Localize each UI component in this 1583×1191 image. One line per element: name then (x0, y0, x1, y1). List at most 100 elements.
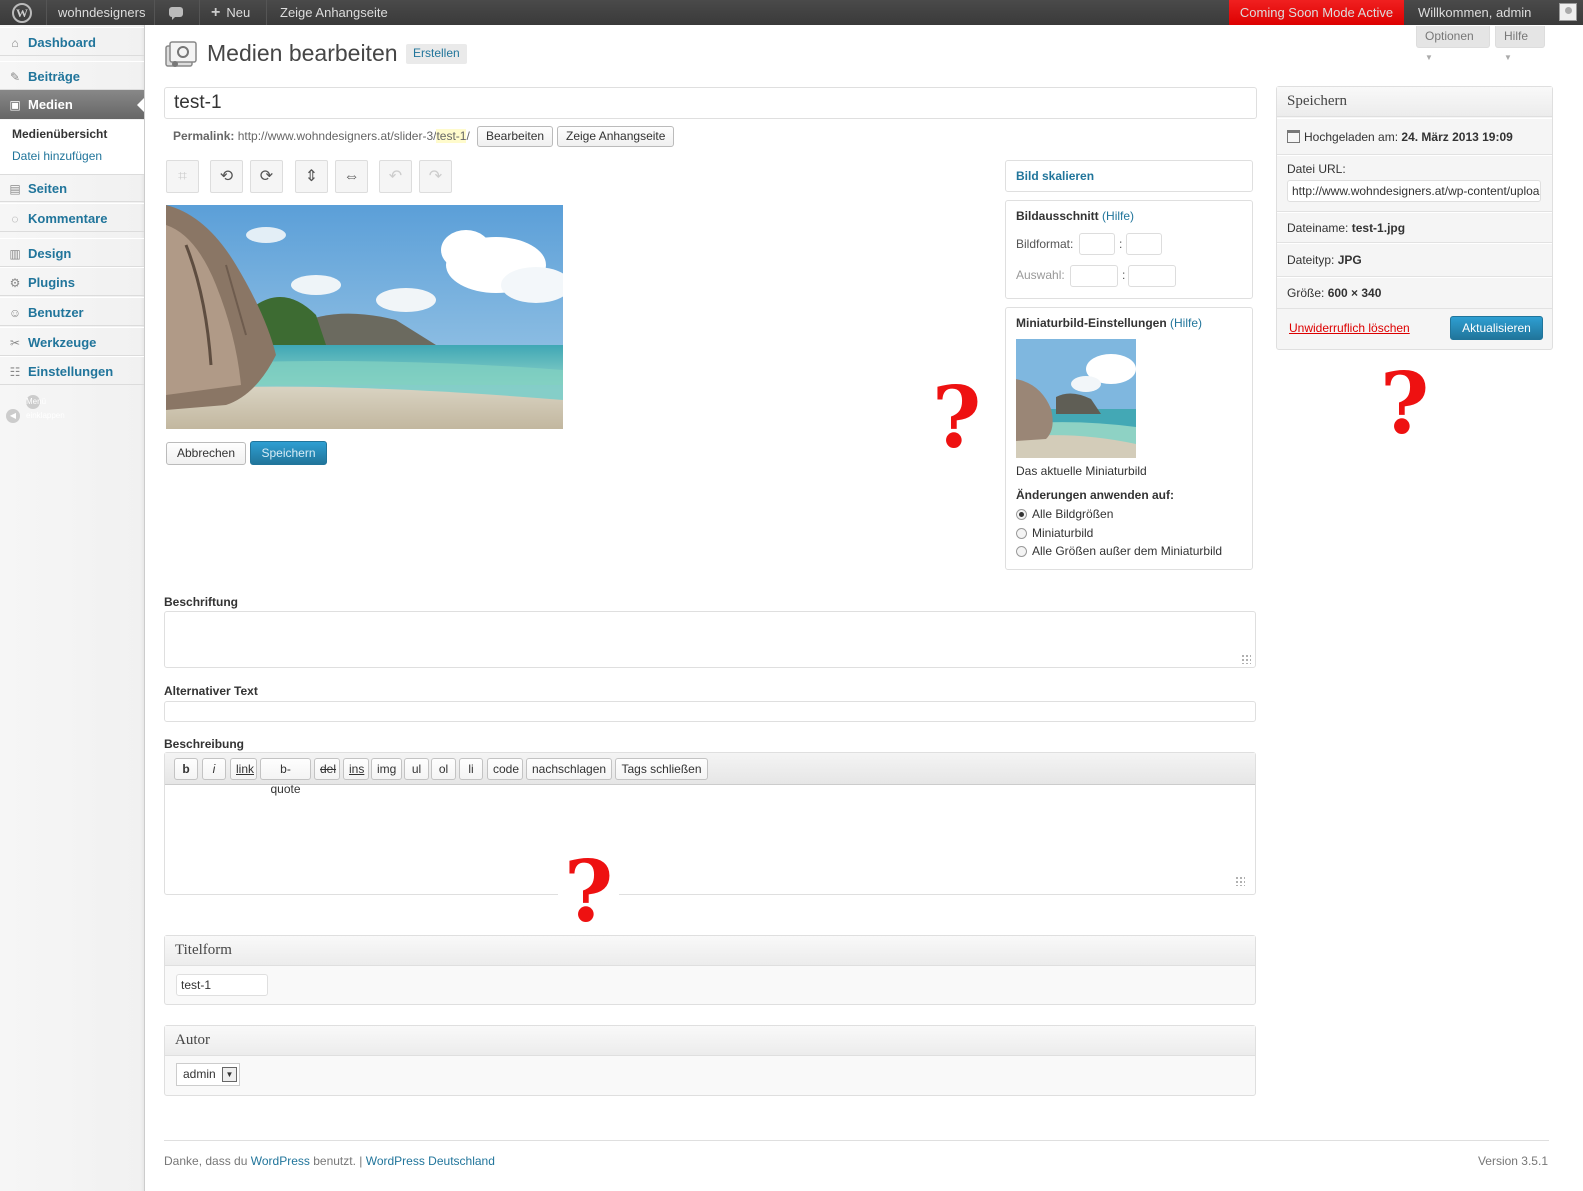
view-attachment-link[interactable]: Zeige Anhangseite (280, 0, 388, 25)
sidebar-item-users[interactable]: ☺ Benutzer (0, 297, 144, 326)
crop-icon[interactable]: ⌗ (166, 160, 199, 193)
scale-image-link[interactable]: Bild skalieren (1016, 169, 1094, 183)
settings-icon: ☷ (9, 365, 21, 379)
sidebar-item-settings[interactable]: ☷ Einstellungen (0, 356, 144, 385)
selection-height-input[interactable] (1128, 265, 1176, 287)
quicktag-italic-button[interactable]: i (202, 758, 226, 780)
sidebar-item-media[interactable]: ▣ Medien (0, 90, 144, 119)
alt-text-label: Alternativer Text (164, 684, 258, 698)
quicktag-ol-button[interactable]: ol (431, 758, 456, 780)
update-button[interactable]: Aktualisieren (1450, 316, 1543, 340)
cancel-edit-button[interactable]: Abbrechen (166, 442, 246, 465)
quicktag-blockquote-button[interactable]: b-quote (260, 758, 311, 796)
apply-except-thumbnail-option[interactable]: Alle Größen außer dem Miniaturbild (1016, 544, 1222, 558)
submenu-media-library[interactable]: Medienübersicht (12, 127, 107, 141)
wordpress-deutschland-link[interactable]: WordPress Deutschland (366, 1154, 495, 1168)
media-icon: ▣ (9, 98, 21, 112)
titleform-heading[interactable]: Titelform (165, 936, 1255, 966)
rotate-right-icon[interactable]: ⟳ (250, 160, 283, 193)
apply-thumbnail-option[interactable]: Miniaturbild (1016, 526, 1093, 540)
undo-icon[interactable]: ↶ (379, 160, 412, 193)
flip-vertical-icon[interactable]: ⇕ (295, 160, 328, 193)
quicktag-li-button[interactable]: li (459, 758, 483, 780)
filetype-row: Dateityp: JPG (1277, 243, 1552, 277)
chevron-down-icon: ▼ (1504, 53, 1512, 62)
quicktag-bold-button[interactable]: b (174, 758, 198, 780)
account-menu[interactable]: Willkommen, admin (1410, 0, 1583, 25)
calendar-icon (1287, 130, 1300, 143)
annotation-question-mark: ? (1380, 354, 1430, 453)
quicktag-ins-button[interactable]: ins (343, 758, 369, 780)
submenu-add-file[interactable]: Datei hinzufügen (12, 149, 102, 163)
alt-text-input[interactable] (164, 701, 1256, 722)
sidebar-item-pages[interactable]: ▤ Seiten (0, 173, 144, 202)
sidebar-item-plugins[interactable]: ⚙ Plugins (0, 267, 144, 296)
sidebar-item-dashboard[interactable]: ⌂ Dashboard (0, 27, 144, 56)
new-content-button[interactable]: + Neu (211, 0, 250, 25)
aspect-colon: : (1119, 237, 1123, 251)
flip-horizontal-icon[interactable]: ⇔ (335, 160, 368, 193)
aspect-width-input[interactable] (1079, 233, 1115, 255)
quicktag-del-button[interactable]: del (314, 758, 340, 780)
pin-icon: ✎ (9, 70, 21, 84)
quicktag-img-button[interactable]: img (371, 758, 402, 780)
view-attachment-button[interactable]: Zeige Anhangseite (557, 126, 675, 147)
author-heading[interactable]: Autor (165, 1026, 1255, 1056)
description-textarea[interactable] (165, 786, 1255, 894)
crop-help-link[interactable]: (Hilfe) (1102, 209, 1134, 223)
comments-icon: ◌ (11, 212, 19, 226)
quicktag-lookup-button[interactable]: nachschlagen (526, 758, 612, 780)
apply-changes-label: Änderungen anwenden auf: (1016, 488, 1175, 502)
pages-icon: ▤ (9, 182, 21, 196)
radio-button[interactable] (1016, 528, 1027, 539)
aspect-label: Bildformat: (1016, 237, 1074, 251)
radio-button[interactable] (1016, 509, 1027, 520)
sidebar-item-comments[interactable]: ◌ Kommentare (0, 203, 144, 232)
page-title: Medien bearbeiten (207, 40, 398, 66)
wordpress-logo-icon[interactable]: W (0, 0, 46, 25)
author-select[interactable]: admin ▼ (176, 1063, 240, 1086)
dashboard-icon: ⌂ (11, 36, 19, 50)
description-label: Beschreibung (164, 737, 245, 751)
apply-all-sizes-option[interactable]: Alle Bildgrößen (1016, 507, 1113, 521)
thumbnail-help-link[interactable]: (Hilfe) (1170, 316, 1202, 330)
quicktag-close-tags-button[interactable]: Tags schließen (615, 758, 708, 780)
collapse-menu-button[interactable]: ◀Menü einklappen (6, 395, 65, 423)
sidebar-item-tools[interactable]: ✂ Werkzeuge (0, 327, 144, 356)
caption-textarea[interactable] (164, 611, 1256, 668)
quicktag-link-button[interactable]: link (230, 758, 257, 780)
size-row: Größe: 600 × 340 (1277, 277, 1552, 309)
selection-width-input[interactable] (1070, 265, 1118, 287)
plugins-icon: ⚙ (9, 276, 21, 290)
redo-icon[interactable]: ↷ (419, 160, 452, 193)
resize-grip-icon[interactable] (1235, 876, 1245, 886)
radio-button[interactable] (1016, 546, 1027, 557)
rotate-left-icon[interactable]: ⟲ (210, 160, 243, 193)
beach-photo (166, 205, 563, 429)
site-name-link[interactable]: wohndesigners (58, 0, 145, 25)
help-button[interactable]: Hilfe ▼ (1495, 26, 1545, 62)
wordpress-link[interactable]: WordPress (251, 1154, 310, 1168)
resize-grip-icon[interactable] (1241, 654, 1251, 664)
media-page-icon (165, 41, 197, 67)
title-input[interactable]: test-1 (164, 87, 1257, 119)
screen-options-button[interactable]: Optionen ▼ (1416, 26, 1490, 62)
edit-slug-button[interactable]: Bearbeiten (477, 126, 554, 147)
crop-panel: Bildausschnitt (Hilfe) Bildformat: : Aus… (1005, 200, 1253, 299)
comments-icon[interactable] (166, 0, 190, 25)
quicktag-ul-button[interactable]: ul (404, 758, 429, 780)
aspect-height-input[interactable] (1126, 233, 1162, 255)
create-button[interactable]: Erstellen (406, 44, 467, 64)
caption-label: Beschriftung (164, 595, 239, 609)
titleform-input[interactable]: test-1 (176, 974, 268, 996)
quicktag-code-button[interactable]: code (487, 758, 523, 780)
permalink-slug[interactable]: test-1 (436, 129, 467, 143)
sidebar-item-design[interactable]: ▥ Design (0, 238, 144, 267)
save-edit-button[interactable]: Speichern (250, 441, 327, 465)
file-url-input[interactable]: http://www.wohndesigners.at/wp-content/u… (1287, 180, 1541, 202)
delete-permanently-link[interactable]: Unwiderruflich löschen (1289, 321, 1410, 335)
save-heading[interactable]: Speichern (1277, 87, 1552, 117)
coming-soon-badge[interactable]: Coming Soon Mode Active (1229, 0, 1404, 25)
sidebar-item-posts[interactable]: ✎ Beiträge (0, 61, 144, 90)
crop-heading: Bildausschnitt (Hilfe) (1016, 209, 1135, 223)
